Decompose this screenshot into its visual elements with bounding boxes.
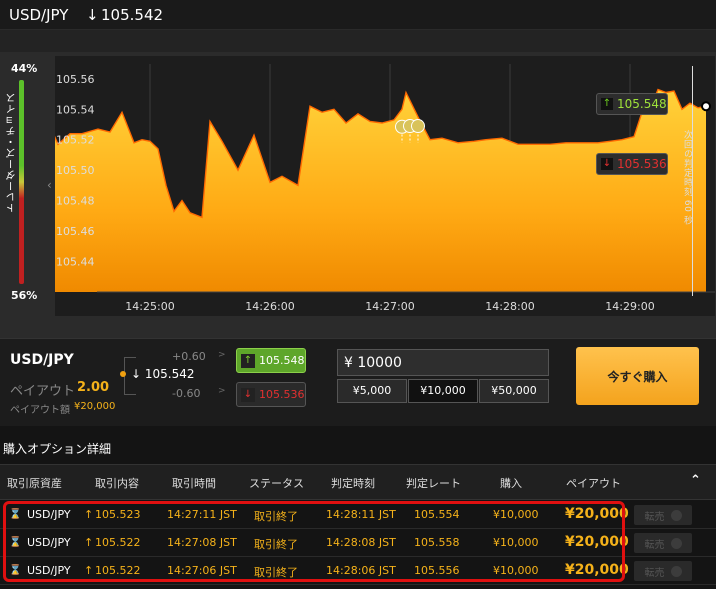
next-judge-label: 次回の判定時刻 60 秒 — [682, 130, 692, 226]
low-button[interactable]: ↓ 105.536 — [236, 382, 306, 407]
col-judge-time: 判定時刻 — [331, 477, 375, 490]
range-plus: +0.60 — [172, 350, 206, 363]
low-price-value: 105.536 — [617, 157, 667, 171]
gauge-bottom-percent: 56% — [11, 289, 38, 302]
chevron-left-icon[interactable]: ‹ — [47, 178, 52, 192]
current-price-dot — [701, 101, 711, 112]
col-asset: 取引原資産 — [7, 477, 62, 490]
header-price: 105.542 — [101, 6, 164, 24]
payout-value: 2.00 — [77, 380, 110, 395]
chevron-right-icon — [670, 537, 682, 549]
down-arrow-icon: ↓ — [601, 158, 613, 170]
col-purchase: 購入 — [500, 477, 522, 490]
x-tick-label: 14:26:00 — [245, 300, 294, 313]
col-time: 取引時間 — [172, 477, 216, 490]
trade-marker-icon — [411, 119, 425, 134]
range-minus: -0.60 — [172, 387, 201, 400]
resale-button[interactable]: 転売 — [634, 561, 692, 581]
amount-10000-button[interactable]: ¥10,000 — [408, 379, 478, 403]
col-status: ステータス — [249, 477, 304, 490]
down-arrow-icon: ↓ — [241, 387, 255, 402]
amount-5000-button[interactable]: ¥5,000 — [337, 379, 407, 403]
amount-input[interactable] — [337, 349, 549, 376]
up-arrow-icon: ↑ — [601, 98, 613, 110]
col-payout: ペイアウト — [566, 477, 621, 490]
buy-now-button[interactable]: 今すぐ購入 — [576, 347, 699, 405]
chevron-right-icon: > — [218, 386, 226, 396]
gauge-top-percent: 44% — [11, 62, 38, 75]
details-title: 購入オプション詳細 — [3, 442, 112, 456]
down-arrow-icon: ↓ — [86, 6, 99, 24]
resale-button[interactable]: 転売 — [634, 533, 692, 553]
resale-label: 転売 — [644, 511, 665, 523]
chevron-right-icon — [670, 509, 682, 521]
y-tick-label: 105.52 — [56, 134, 95, 147]
y-tick-label: 105.56 — [56, 73, 95, 86]
y-tick-label: 105.54 — [56, 103, 95, 116]
x-tick-label: 14:27:00 — [365, 300, 414, 313]
y-tick-label: 105.46 — [56, 225, 95, 238]
high-button[interactable]: ↑ 105.548 — [236, 348, 306, 373]
col-judge-rate: 判定レート — [406, 477, 461, 490]
col-content: 取引内容 — [95, 477, 139, 490]
chevron-right-icon: > — [218, 350, 226, 360]
highlight-box — [3, 501, 625, 582]
down-arrow-icon: ↓ — [131, 367, 142, 381]
current-dot — [120, 371, 126, 377]
resale-label: 転売 — [644, 567, 665, 579]
header-pair: USD/JPY — [9, 6, 69, 24]
x-tick-label: 14:28:00 — [485, 300, 534, 313]
up-arrow-icon: ↑ — [241, 353, 255, 368]
current-price: ↓ 105.542 — [131, 367, 195, 381]
collapse-icon[interactable]: ⌃ — [690, 473, 701, 488]
payout-label: ペイアウト — [10, 384, 76, 399]
payout-amount-value: ¥20,000 — [74, 401, 116, 412]
chevron-right-icon — [670, 565, 682, 577]
amount-50000-button[interactable]: ¥50,000 — [479, 379, 549, 403]
payout-amount-label: ペイアウト額 — [10, 405, 70, 416]
high-price-tag: ↑ 105.548 — [596, 93, 668, 115]
low-button-price: 105.536 — [259, 388, 305, 401]
high-price-value: 105.548 — [617, 97, 667, 111]
y-tick-label: 105.44 — [56, 256, 95, 269]
current-price-value: 105.542 — [144, 367, 195, 381]
price-area — [30, 89, 706, 292]
header-bar: USD/JPY ↓ 105.542 — [0, 0, 716, 30]
resale-label: 転売 — [644, 539, 665, 551]
trade-pair: USD/JPY — [10, 352, 74, 368]
resale-button[interactable]: 転売 — [634, 505, 692, 525]
y-tick-label: 105.48 — [56, 195, 95, 208]
high-button-price: 105.548 — [259, 354, 305, 367]
x-tick-label: 14:25:00 — [125, 300, 174, 313]
x-tick-label: 14:29:00 — [605, 300, 654, 313]
low-price-tag: ↓ 105.536 — [596, 153, 668, 175]
traders-choice-label: トレーダーズ・チョイス — [7, 92, 18, 213]
chart-top-strip — [0, 30, 716, 52]
y-tick-label: 105.50 — [56, 164, 95, 177]
